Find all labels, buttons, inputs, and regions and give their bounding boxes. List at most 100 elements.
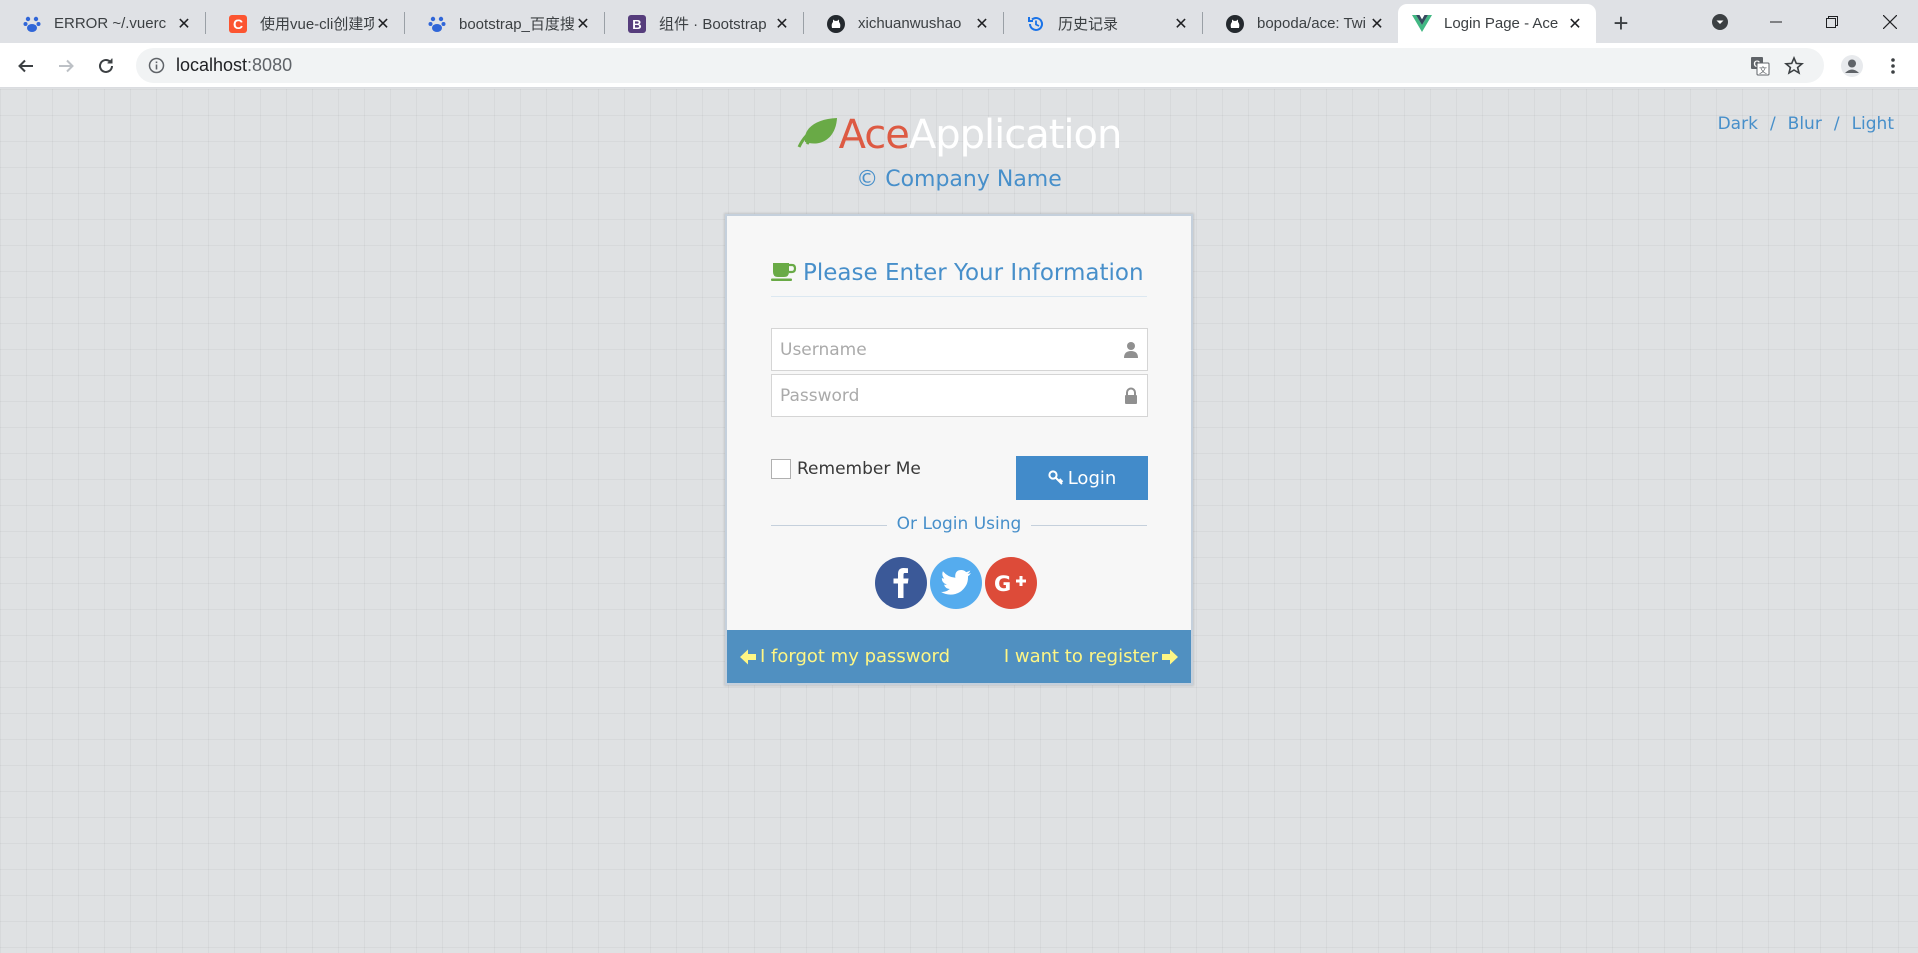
theme-switcher: Dark / Blur / Light <box>1718 114 1894 134</box>
chevron-down-icon <box>1712 14 1728 30</box>
avatar-icon <box>1841 55 1863 77</box>
brand-title: AceApplication <box>0 112 1918 158</box>
brand-application: Application <box>908 112 1122 158</box>
bookmark-star-icon[interactable] <box>1784 56 1804 76</box>
menu-button[interactable] <box>1876 49 1910 83</box>
tab-title: ERROR ~/.vuerc <box>54 15 167 32</box>
info-icon[interactable] <box>148 57 165 74</box>
theme-link-dark[interactable]: Dark <box>1718 114 1758 134</box>
vue-icon <box>1412 14 1432 34</box>
or-login-using: Or Login Using <box>727 514 1191 534</box>
login-heading: Please Enter Your Information <box>771 260 1147 286</box>
close-icon[interactable]: ✕ <box>175 15 193 33</box>
history-icon <box>1026 14 1046 34</box>
minimize-button[interactable] <box>1748 0 1804 43</box>
bootstrap-b-icon: B <box>627 14 647 34</box>
browser-tab-strip: ERROR ~/.vuerc ✕ C 使用vue-cli创建项 ✕ bootst… <box>0 0 1918 43</box>
page-content: AceApplication © Company Name Dark / Blur /… <box>0 89 1918 953</box>
github-icon <box>1225 14 1245 34</box>
arrow-right-icon <box>1162 649 1178 664</box>
url-text[interactable]: localhost:8080 <box>176 48 292 83</box>
close-icon[interactable]: ✕ <box>574 15 592 33</box>
twitter-icon <box>941 570 971 595</box>
facebook-button[interactable] <box>875 557 927 609</box>
minimize-icon <box>1770 21 1782 22</box>
facebook-icon <box>893 568 909 598</box>
google-plus-button[interactable]: G <box>985 557 1037 609</box>
browser-tab[interactable]: bootstrap_百度搜 ✕ <box>405 4 604 43</box>
theme-link-blur[interactable]: Blur <box>1788 114 1822 134</box>
forgot-password-label: I forgot my password <box>760 646 951 667</box>
key-icon <box>1048 470 1063 485</box>
browser-tab[interactable]: xichuanwushao ✕ <box>804 4 1003 43</box>
reload-button[interactable] <box>89 49 123 83</box>
address-bar[interactable]: localhost:8080 G文 <box>136 48 1824 83</box>
close-icon[interactable]: ✕ <box>973 15 991 33</box>
tab-search-button[interactable] <box>1708 10 1732 34</box>
svg-text:B: B <box>632 17 641 32</box>
browser-toolbar: localhost:8080 G文 <box>0 43 1918 88</box>
tab-title: 历史记录 <box>1058 16 1119 33</box>
baidu-paw-icon <box>22 14 42 34</box>
google-plus-icon: G <box>994 572 1026 595</box>
register-link[interactable]: I want to register <box>1004 630 1179 683</box>
close-icon[interactable]: ✕ <box>374 15 392 33</box>
username-field[interactable] <box>771 328 1148 371</box>
close-icon[interactable]: ✕ <box>773 15 791 33</box>
remember-checkbox[interactable] <box>771 459 791 479</box>
tab-title: bootstrap_百度搜 <box>459 16 574 33</box>
browser-tab[interactable]: C 使用vue-cli创建项 ✕ <box>206 4 404 43</box>
browser-tab[interactable]: B 组件 · Bootstrap ✕ <box>605 4 803 43</box>
tab-title: 组件 · Bootstrap <box>659 16 767 33</box>
theme-link-light[interactable]: Light <box>1852 114 1894 134</box>
theme-separator: / <box>1833 114 1840 134</box>
svg-text:C: C <box>233 16 243 32</box>
translate-icon[interactable]: G文 <box>1750 56 1770 76</box>
close-window-button[interactable] <box>1862 0 1918 43</box>
kebab-menu-icon <box>1891 58 1895 74</box>
close-icon <box>1883 14 1897 29</box>
login-button-label: Login <box>1067 467 1117 489</box>
reload-icon <box>99 58 113 73</box>
login-heading-text: Please Enter Your Information <box>803 260 1144 286</box>
close-icon[interactable]: ✕ <box>1172 15 1190 33</box>
divider <box>771 296 1147 297</box>
back-button[interactable] <box>9 49 43 83</box>
tab-title: 使用vue-cli创建项 <box>260 16 374 33</box>
browser-tab[interactable]: bopoda/ace: Twi ✕ <box>1203 4 1398 43</box>
restore-button[interactable] <box>1804 0 1860 43</box>
profile-button[interactable] <box>1835 49 1869 83</box>
user-icon <box>1124 342 1138 358</box>
tab-title: bopoda/ace: Twi <box>1257 15 1366 32</box>
close-icon[interactable]: ✕ <box>1368 15 1386 33</box>
close-icon[interactable]: ✕ <box>1566 15 1584 33</box>
company-name: © Company Name <box>856 167 1062 192</box>
svg-text:文: 文 <box>1759 65 1767 75</box>
brand-ace: Ace <box>838 112 910 158</box>
password-input[interactable] <box>772 375 1147 416</box>
login-button[interactable]: Login <box>1016 456 1148 500</box>
remember-me[interactable]: Remember Me <box>771 459 921 479</box>
forward-button[interactable] <box>49 49 83 83</box>
password-field[interactable] <box>771 374 1148 417</box>
arrow-left-icon <box>740 649 756 664</box>
baidu-paw-icon <box>427 14 447 34</box>
register-label: I want to register <box>1003 646 1158 667</box>
username-input[interactable] <box>772 329 1147 370</box>
twitter-button[interactable] <box>930 557 982 609</box>
browser-tab[interactable]: ERROR ~/.vuerc ✕ <box>0 4 205 43</box>
arrow-left-icon <box>18 59 33 73</box>
tab-title: Login Page - Ace <box>1444 15 1559 32</box>
browser-tab-active[interactable]: Login Page - Ace ✕ <box>1398 4 1596 43</box>
new-tab-button[interactable]: + <box>1604 6 1638 40</box>
csdn-c-icon: C <box>228 14 248 34</box>
github-icon <box>826 14 846 34</box>
browser-tab[interactable]: 历史记录 ✕ <box>1004 4 1202 43</box>
leaf-icon <box>797 118 837 148</box>
theme-separator: / <box>1769 114 1776 134</box>
forgot-password-link[interactable]: I forgot my password <box>739 630 950 683</box>
svg-text:G: G <box>994 572 1011 595</box>
remember-label: Remember Me <box>797 459 921 479</box>
arrow-right-icon <box>59 59 74 73</box>
login-box: Please Enter Your Information Remember M… <box>725 214 1193 685</box>
